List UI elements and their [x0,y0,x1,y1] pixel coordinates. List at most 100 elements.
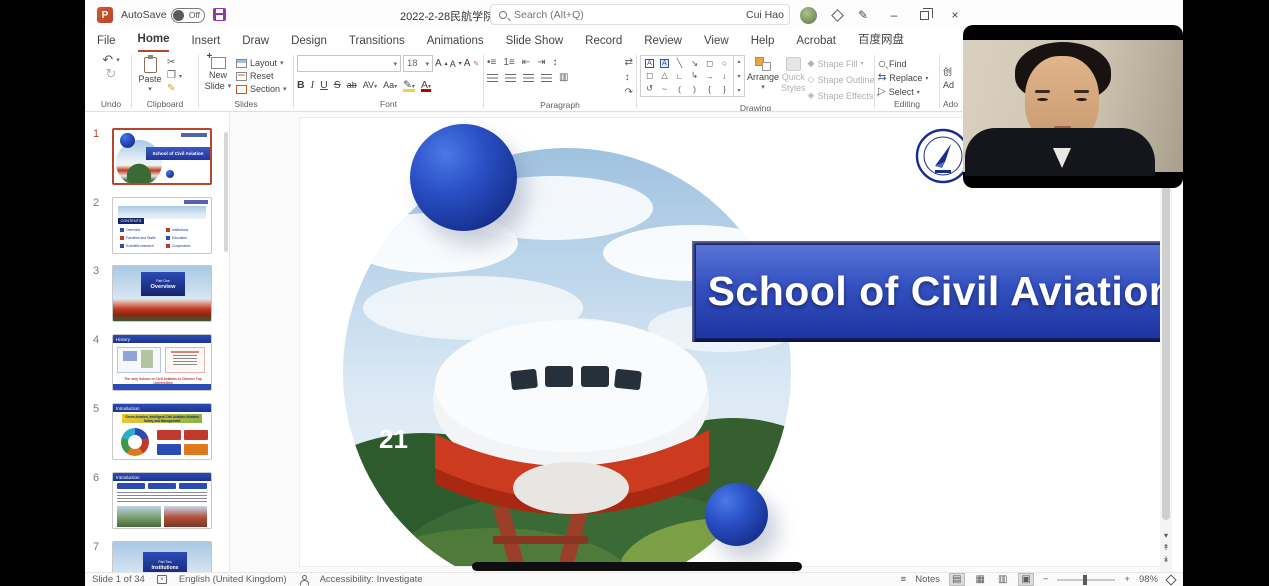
quick-styles-button[interactable]: Quick Styles [781,55,806,93]
thumbnail-slide-2[interactable]: CONTENTS Overview Institutions Faculties… [112,197,212,254]
tab-record[interactable]: Record [585,35,622,52]
shape-gallery[interactable]: AA ╲↘◻○ ◻△∟↳→↓ ↺~(){} [640,55,734,97]
decor-sphere-large[interactable] [410,124,517,231]
spellcheck-icon[interactable]: × [157,575,167,584]
copy-icon[interactable]: ❐ [167,71,176,81]
normal-view-button[interactable]: ▤ [949,573,964,586]
draw-mode-icon[interactable]: ✎ [858,8,868,22]
replace-button[interactable]: ⇆Replace▾ [878,73,936,83]
font-size-combo[interactable]: 18▾ [403,55,433,72]
text-direction-button[interactable]: ⇄ [625,57,633,68]
next-slide-button[interactable]: ↡ [1163,555,1170,564]
format-painter-icon[interactable]: ✎ [167,84,182,94]
undo-icon[interactable]: ↶ [102,55,113,65]
find-button[interactable]: Find [878,59,936,69]
tab-help[interactable]: Help [751,35,775,52]
tab-home[interactable]: Home [138,33,170,52]
align-right-button[interactable] [523,74,534,82]
search-input[interactable] [514,9,734,21]
thumbnail-slide-4[interactable]: History The only School of Civil Aviatio… [112,334,212,391]
language-status[interactable]: English (United Kingdom) [179,574,287,585]
restore-button[interactable] [920,11,929,20]
shape-outline-button[interactable]: ◇Shape Outline▾ [808,74,881,85]
fit-to-window-icon[interactable] [1165,574,1176,585]
diamond-icon[interactable] [831,9,844,22]
character-spacing-button[interactable]: AV▾ [363,80,377,90]
new-slide-button[interactable]: New Slide▾ [202,55,234,91]
paste-caret[interactable]: ▾ [148,85,152,93]
thumbnail-slide-1[interactable]: School of Civil Aviation [112,128,212,185]
tab-file[interactable]: File [97,35,116,52]
undo-caret[interactable]: ▾ [116,56,120,64]
close-button[interactable]: × [945,8,965,22]
clear-formatting-button[interactable]: A✎ [464,58,480,69]
zoom-out-button[interactable]: − [1043,574,1049,585]
minimize-button[interactable]: – [884,8,904,22]
tab-acrobat[interactable]: Acrobat [796,35,836,52]
webcam-overlay[interactable] [963,25,1183,188]
font-color-button[interactable]: A▾ [421,79,431,91]
select-button[interactable]: ▷Select▾ [878,87,936,97]
cut-icon[interactable]: ✂ [167,58,182,68]
decrease-indent-button[interactable]: ⇤ [522,57,530,68]
underline-button[interactable]: U [320,79,328,91]
slide-sorter-view-button[interactable]: ▦ [974,574,987,585]
line-spacing-button[interactable]: ↕ [553,57,558,68]
convert-smartart-button[interactable]: ↷ [625,87,633,98]
tab-view[interactable]: View [704,35,729,52]
tab-draw[interactable]: Draw [242,35,269,52]
save-icon[interactable] [213,8,226,21]
numbering-button[interactable]: 1≡ [503,57,514,68]
strike-ab-button[interactable]: ab [347,80,357,90]
increase-indent-button[interactable]: ⇥ [537,57,545,68]
slideshow-view-button[interactable]: ▣ [1018,573,1033,586]
thumbnail-slide-5[interactable]: Introduction Green Aviation, Intelligent… [112,403,212,460]
arrange-button[interactable]: Arrange ▾ [747,55,779,91]
text-highlight-button[interactable]: ✎▾ [403,79,415,91]
align-center-button[interactable] [505,74,516,82]
reset-button[interactable]: Reset [236,71,287,81]
slide-title-banner[interactable]: School of Civil Aviation [692,241,1160,342]
zoom-slider[interactable] [1057,579,1115,581]
search-box[interactable] [490,4,790,25]
account-name[interactable]: Cui Hao [746,9,784,21]
accessibility-status[interactable]: Accessibility: Investigate [320,574,423,585]
paste-button[interactable]: Paste ▾ [135,55,165,93]
shape-fill-button[interactable]: ◆Shape Fill▾ [808,58,881,69]
tab-design[interactable]: Design [291,35,327,52]
reading-view-button[interactable]: ▥ [996,574,1009,585]
layout-button[interactable]: Layout▾ [236,58,287,68]
columns-button[interactable]: ▥ [559,72,568,83]
thumbnail-scrollbar[interactable] [224,132,228,252]
change-case-button[interactable]: Aa▾ [383,80,397,90]
justify-button[interactable] [541,74,552,82]
shape-gallery-scroll[interactable]: ▴▾▾ [734,55,745,97]
video-progress-bar[interactable] [472,562,802,571]
tab-transitions[interactable]: Transitions [349,35,405,52]
tab-baidu-netdisk[interactable]: 百度网盘 [858,31,904,52]
shrink-font-button[interactable]: A▾ [450,59,462,69]
zoom-slider-thumb[interactable] [1083,575,1087,585]
notes-button[interactable]: Notes [915,574,940,585]
align-left-button[interactable] [487,74,498,82]
font-name-combo[interactable]: ▾ [297,55,401,72]
thumbnail-slide-6[interactable]: Introduction [112,472,212,529]
previous-slide-button[interactable]: ↟ [1163,543,1170,552]
decor-sphere-small[interactable] [705,483,768,546]
scroll-down-icon[interactable]: ▾ [1164,531,1168,540]
section-button[interactable]: Section▾ [236,84,287,94]
tab-animations[interactable]: Animations [427,35,484,52]
bullets-button[interactable]: •≡ [487,57,496,68]
strikethrough-button[interactable]: S [334,79,341,91]
italic-button[interactable]: I [311,80,315,91]
new-slide-caret[interactable]: ▾ [228,82,232,90]
tab-review[interactable]: Review [644,35,682,52]
slide-indicator[interactable]: Slide 1 of 34 [92,574,145,585]
tab-insert[interactable]: Insert [191,35,220,52]
powerpoint-app-icon[interactable]: P [97,7,113,23]
thumbnail-slide-3[interactable]: Part One Overview [112,265,212,322]
zoom-level[interactable]: 98% [1139,574,1158,585]
avatar[interactable] [800,7,817,24]
zoom-in-button[interactable]: + [1124,574,1130,585]
align-text-button[interactable]: ↕ [625,72,633,83]
